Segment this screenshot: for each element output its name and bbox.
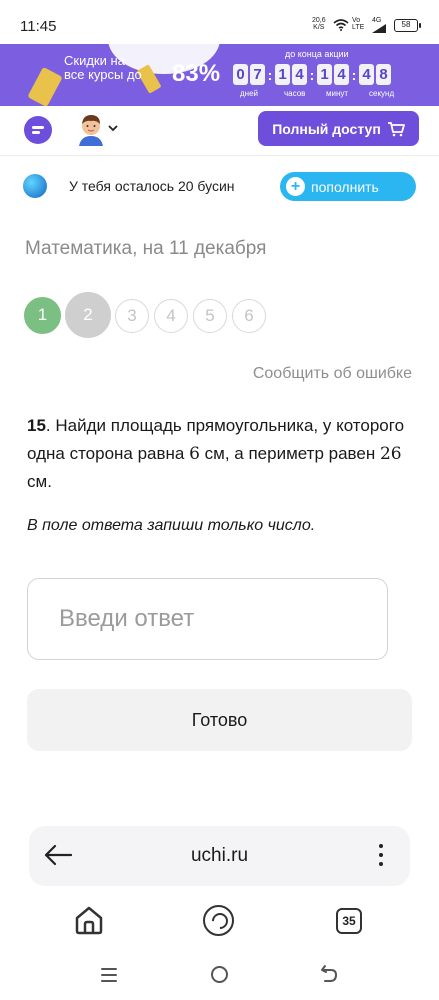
voice-assistant-icon[interactable]	[203, 905, 234, 936]
beads-balance: У тебя осталось 20 бусин	[69, 178, 235, 194]
clock: 11:45	[20, 18, 57, 35]
timer-seconds-label: секунд	[369, 89, 395, 98]
task-hint: В поле ответа запиши только число.	[27, 517, 316, 534]
volte-indicator: Vo LTE	[352, 17, 364, 31]
step-1[interactable]: 1	[24, 297, 61, 334]
system-back-icon[interactable]	[320, 964, 338, 984]
timer-hours-label: часов	[284, 89, 306, 98]
timer-digit: 1	[275, 64, 290, 85]
timer-colon: :	[309, 66, 315, 83]
task-text-part2: см, а периметр равен	[199, 444, 380, 463]
task-perimeter-value: 26	[379, 444, 402, 464]
timer-digit: 4	[292, 64, 307, 85]
network-speed: 20,6 K/S	[312, 17, 326, 31]
battery-level: 58	[401, 20, 411, 29]
system-home-icon[interactable]	[211, 966, 228, 983]
task-side-value: 6	[189, 444, 200, 464]
status-bar: 11:45 20,6 K/S Vo LTE 4G 58	[0, 0, 439, 44]
timer-digit: 4	[334, 64, 349, 85]
network-speed-unit: K/S	[313, 24, 325, 31]
ribbon-icon	[27, 66, 63, 106]
url-text[interactable]: uchi.ru	[29, 845, 410, 867]
timer-digit: 8	[376, 64, 391, 85]
task-text-part3: см.	[27, 472, 52, 491]
more-menu-icon[interactable]	[379, 844, 383, 871]
task-text: 15. Найди площадь прямоугольника, у кото…	[27, 412, 417, 496]
promo-text: Скидки на все курсы до	[64, 53, 142, 82]
volte-bottom: LTE	[352, 24, 365, 31]
avatar[interactable]	[75, 112, 107, 146]
full-access-label: Полный доступ	[272, 120, 381, 137]
network-speed-value: 20,6	[312, 17, 326, 24]
wifi-icon	[333, 19, 349, 31]
promo-percent: 83%	[172, 60, 221, 87]
answer-input[interactable]	[27, 578, 388, 660]
timer-digit: 4	[359, 64, 374, 85]
report-error-link[interactable]: Сообщить об ошибке	[253, 365, 412, 383]
chevron-down-icon[interactable]	[108, 121, 118, 135]
home-icon[interactable]	[74, 905, 104, 935]
step-6[interactable]: 6	[232, 299, 266, 333]
browser-address-bar[interactable]: uchi.ru	[29, 826, 410, 886]
tabs-counter-button[interactable]: 35	[336, 908, 362, 934]
promo-until-label: до конца акции	[285, 49, 349, 59]
cart-icon	[387, 121, 405, 136]
done-button[interactable]: Готово	[27, 689, 412, 751]
topup-button[interactable]: + пополнить	[280, 172, 416, 201]
chat-logo-icon[interactable]	[24, 116, 52, 144]
timer-digit: 0	[233, 64, 248, 85]
step-3[interactable]: 3	[115, 299, 149, 333]
timer-minutes-label: минут	[326, 89, 349, 98]
step-4[interactable]: 4	[154, 299, 188, 333]
countdown-timer: 0 7 : 1 4 : 1 4 : 4 8	[233, 64, 393, 85]
lesson-subject: Математика, на 11 декабря	[25, 238, 267, 259]
full-access-button[interactable]: Полный доступ	[258, 111, 419, 146]
recent-apps-icon[interactable]	[101, 968, 117, 986]
signal-indicator: 4G	[372, 17, 386, 35]
promo-banner[interactable]: Скидки на все курсы до 83% до конца акци…	[0, 44, 439, 106]
network-type: 4G	[372, 17, 382, 24]
timer-colon: :	[267, 66, 273, 83]
battery-icon: 58	[394, 19, 421, 32]
timer-days-label: дней	[240, 89, 259, 98]
header-divider	[0, 155, 439, 156]
timer-colon: :	[351, 66, 357, 83]
plus-icon: +	[286, 177, 305, 196]
timer-digit: 7	[250, 64, 265, 85]
step-2[interactable]: 2	[65, 292, 111, 338]
topup-label: пополнить	[311, 178, 379, 195]
step-5[interactable]: 5	[193, 299, 227, 333]
volte-top: Vo	[352, 17, 361, 24]
signal-icon	[372, 24, 386, 33]
bead-icon	[23, 174, 47, 198]
task-number: 15	[27, 416, 46, 435]
timer-digit: 1	[317, 64, 332, 85]
